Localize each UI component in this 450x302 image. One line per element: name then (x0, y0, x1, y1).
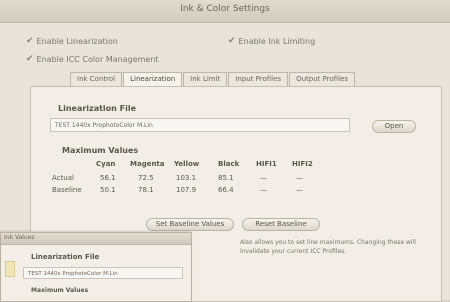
icc-option[interactable]: ✔ Enable ICC Color Management (26, 54, 159, 64)
window-titlebar: Ink & Color Settings (0, 0, 450, 23)
overlay-selection-marker (5, 261, 15, 277)
actual-black-value[interactable]: 85.1 (218, 174, 234, 182)
tab-ink-limit[interactable]: Ink Limit (183, 72, 228, 86)
overlay-file-field[interactable]: TEST 1440x ProphotoColor M.Lin (23, 267, 183, 279)
checkmark-icon: ✔ (228, 36, 236, 46)
baseline-hifi2-value: — (296, 186, 303, 194)
actual-cyan-value[interactable]: 56.1 (100, 174, 116, 182)
linearization-option-label: Enable Linearization (36, 36, 118, 46)
linearization-file-field[interactable]: TEST 1440x ProphotoColor M.Lin (50, 118, 350, 132)
actual-hifi1-value[interactable]: — (260, 174, 267, 182)
overlay-section-title: Linearization File (31, 253, 100, 261)
tab-output-profiles[interactable]: Output Profiles (289, 72, 356, 86)
info-text: Also allows you to set line maximums. Ch… (240, 239, 416, 255)
actual-magenta-value[interactable]: 72.5 (138, 174, 154, 182)
row-label-actual: Actual (52, 174, 74, 182)
baseline-hifi1-value: — (260, 186, 267, 194)
reset-baseline-button[interactable]: Reset Baseline (242, 218, 320, 231)
icc-option-label: Enable ICC Color Management (36, 54, 159, 64)
checkmark-icon: ✔ (26, 54, 34, 64)
overlay-titlebar: Ink Values (1, 233, 191, 245)
tab-input-profiles[interactable]: Input Profiles (228, 72, 289, 86)
max-values-grid: Cyan Magenta Yellow Black HIFI1 HIFI2 Ac… (52, 160, 352, 210)
overlay-subtitle: Maximum Values (31, 287, 89, 294)
ink-values-window: Ink Values Linearization File TEST 1440x… (0, 232, 192, 302)
window-title: Ink & Color Settings (180, 4, 270, 14)
actual-hifi2-value[interactable]: — (296, 174, 303, 182)
column-header: Black (218, 160, 240, 168)
actual-yellow-value[interactable]: 103.1 (176, 174, 196, 182)
column-header: Cyan (96, 160, 116, 168)
tab-ink-control[interactable]: Ink Control (70, 72, 123, 86)
max-values-title: Maximum Values (62, 146, 139, 155)
ink-limiting-option[interactable]: ✔ Enable Ink Limiting (228, 36, 315, 46)
ink-limiting-option-label: Enable Ink Limiting (238, 36, 316, 46)
linearization-file-title: Linearization File (58, 104, 137, 113)
checkmark-icon: ✔ (26, 36, 34, 46)
baseline-magenta-value: 78.1 (138, 186, 154, 194)
baseline-cyan-value: 50.1 (100, 186, 116, 194)
column-header: Magenta (130, 160, 165, 168)
tab-linearization[interactable]: Linearization (123, 72, 183, 86)
row-label-baseline: Baseline (52, 186, 82, 194)
tab-bar: Ink Control Linearization Ink Limit Inpu… (70, 72, 356, 86)
overlay-title: Ink Values (4, 234, 35, 241)
open-button[interactable]: Open (372, 120, 416, 133)
settings-window: Ink & Color Settings ✔ Enable Linearizat… (0, 0, 450, 302)
set-baseline-button[interactable]: Set Baseline Values (146, 218, 234, 231)
linearization-option[interactable]: ✔ Enable Linearization (26, 36, 118, 46)
column-header: Yellow (174, 160, 200, 168)
baseline-black-value: 66.4 (218, 186, 234, 194)
column-header: HIFI1 (256, 160, 277, 168)
baseline-yellow-value: 107.9 (176, 186, 197, 194)
column-header: HIFI2 (292, 160, 313, 168)
